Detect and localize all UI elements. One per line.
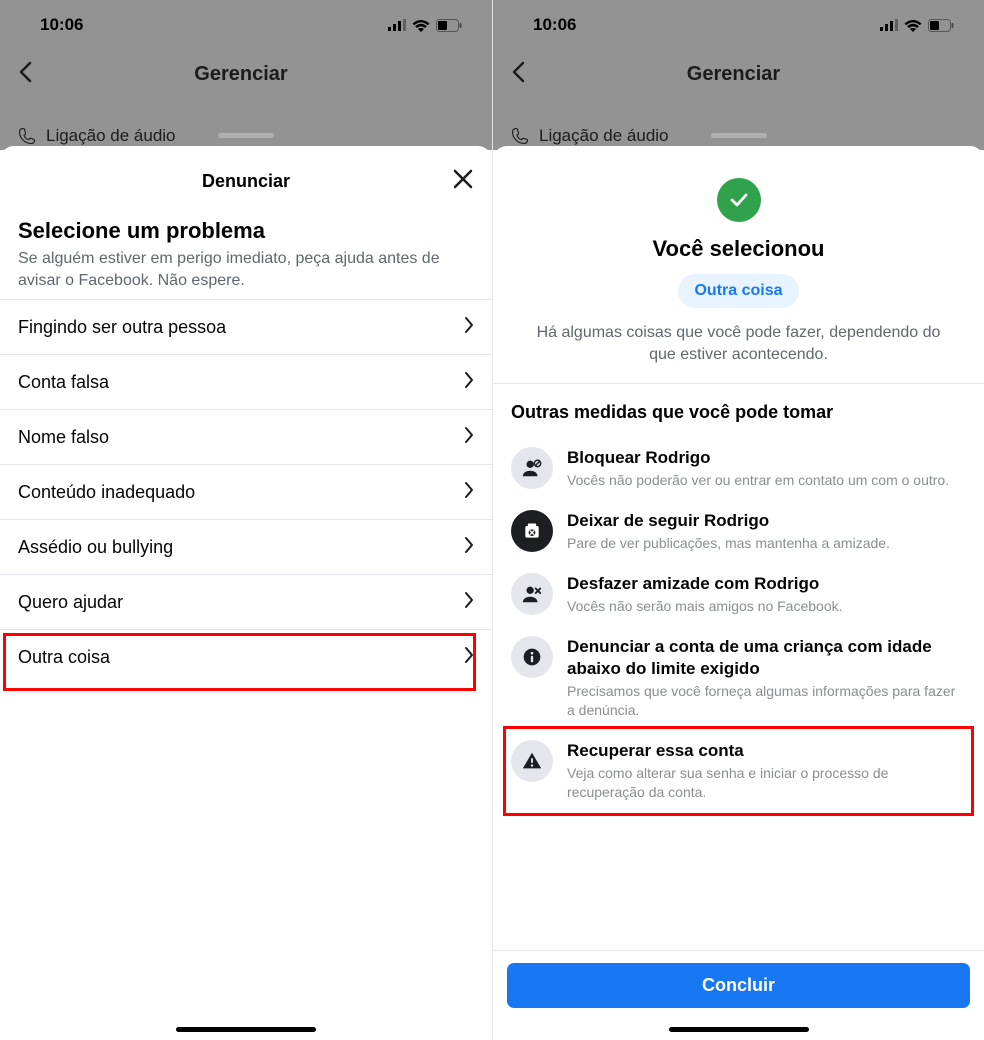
wifi-icon (904, 19, 922, 32)
problem-row-impersonation[interactable]: Fingindo ser outra pessoa (0, 299, 492, 355)
action-title: Bloquear Rodrigo (567, 447, 966, 469)
problem-subtext: Se alguém estiver em perigo imediato, pe… (18, 248, 474, 291)
audio-call-hint: Ligação de áudio (18, 126, 176, 146)
problem-list: Fingindo ser outra pessoa Conta falsa No… (0, 299, 492, 684)
dim-background: Gerenciar Ligação de áudio (0, 50, 492, 150)
chevron-right-icon (464, 644, 474, 670)
confirmation-sheet: Você selecionou Outra coisa Há algumas c… (493, 146, 984, 1040)
actions-heading: Outras medidas que você pode tomar (511, 402, 966, 423)
sheet-header: Denunciar (0, 156, 492, 206)
audio-call-hint: Ligação de áudio (511, 126, 669, 146)
battery-icon (436, 19, 462, 32)
chevron-right-icon (464, 314, 474, 340)
chevron-right-icon (464, 479, 474, 505)
action-sub: Precisamos que você forneça algumas info… (567, 682, 966, 720)
wifi-icon (412, 19, 430, 32)
confirmation-title: Você selecionou (653, 236, 825, 262)
action-title: Denunciar a conta de uma criança com ida… (567, 636, 966, 680)
status-bar: 10:06 (493, 0, 984, 50)
success-check-icon (717, 178, 761, 222)
problem-row-fake-name[interactable]: Nome falso (0, 410, 492, 465)
problem-row-other[interactable]: Outra coisa (0, 630, 492, 684)
confirmation-desc: Há algumas coisas que você pode fazer, d… (523, 322, 954, 367)
action-recover-account[interactable]: Recuperar essa conta Veja como alterar s… (511, 730, 966, 812)
finish-button[interactable]: Concluir (507, 963, 970, 1008)
action-title: Desfazer amizade com Rodrigo (567, 573, 966, 595)
info-icon (511, 636, 553, 678)
status-bar: 10:06 (0, 0, 492, 50)
nav-title: Gerenciar (501, 63, 966, 86)
home-indicator[interactable] (176, 1027, 316, 1032)
problem-row-help[interactable]: Quero ajudar (0, 575, 492, 630)
action-title: Deixar de seguir Rodrigo (567, 510, 966, 532)
chevron-right-icon (464, 424, 474, 450)
chevron-right-icon (464, 369, 474, 395)
nav-title: Gerenciar (8, 63, 474, 86)
close-icon[interactable] (452, 165, 474, 197)
action-sub: Veja como alterar sua senha e iniciar o … (567, 764, 966, 802)
selection-chip[interactable]: Outra coisa (678, 274, 798, 308)
action-sub: Vocês não poderão ver ou entrar em conta… (567, 471, 966, 490)
action-sub: Pare de ver publicações, mas mantenha a … (567, 534, 966, 553)
home-indicator[interactable] (669, 1027, 809, 1032)
confirmation-header: Você selecionou Outra coisa Há algumas c… (493, 156, 984, 383)
warning-icon (511, 740, 553, 782)
problem-heading: Selecione um problema (18, 218, 474, 244)
problem-row-fake-account[interactable]: Conta falsa (0, 355, 492, 410)
phone-icon (18, 127, 36, 145)
action-unfriend[interactable]: Desfazer amizade com Rodrigo Vocês não s… (511, 563, 966, 626)
nav-row: Gerenciar (0, 50, 492, 98)
status-time: 10:06 (533, 15, 576, 35)
sheet-grabber[interactable] (218, 133, 274, 138)
problem-section: Selecione um problema Se alguém estiver … (0, 206, 492, 299)
status-time: 10:06 (40, 15, 83, 35)
status-icons (880, 19, 954, 32)
unfollow-icon (511, 510, 553, 552)
chevron-right-icon (464, 589, 474, 615)
actions-section: Outras medidas que você pode tomar Bloqu… (493, 384, 984, 818)
phone-left: 10:06 Gerenciar Ligação de áudio Denunci… (0, 0, 492, 1040)
nav-row: Gerenciar (493, 50, 984, 98)
problem-row-harassment[interactable]: Assédio ou bullying (0, 520, 492, 575)
status-icons (388, 19, 462, 32)
action-block[interactable]: Bloquear Rodrigo Vocês não poderão ver o… (511, 437, 966, 500)
action-unfollow[interactable]: Deixar de seguir Rodrigo Pare de ver pub… (511, 500, 966, 563)
unfriend-icon (511, 573, 553, 615)
battery-icon (928, 19, 954, 32)
dim-background: Gerenciar Ligação de áudio (493, 50, 984, 150)
action-report-underage[interactable]: Denunciar a conta de uma criança com ida… (511, 626, 966, 730)
phone-right: 10:06 Gerenciar Ligação de áudio Você se… (492, 0, 984, 1040)
phone-icon (511, 127, 529, 145)
report-sheet: Denunciar Selecione um problema Se algué… (0, 146, 492, 1040)
action-title: Recuperar essa conta (567, 740, 966, 762)
signal-icon (880, 19, 898, 31)
action-sub: Vocês não serão mais amigos no Facebook. (567, 597, 966, 616)
block-person-icon (511, 447, 553, 489)
sheet-grabber[interactable] (711, 133, 767, 138)
signal-icon (388, 19, 406, 31)
chevron-right-icon (464, 534, 474, 560)
sheet-title: Denunciar (202, 171, 290, 192)
problem-row-inappropriate[interactable]: Conteúdo inadequado (0, 465, 492, 520)
